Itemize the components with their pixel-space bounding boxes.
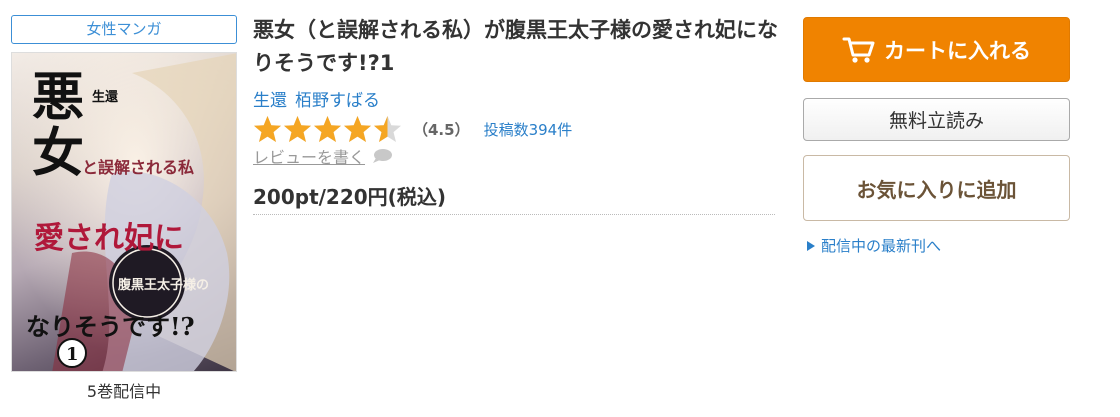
genre-badge[interactable]: 女性マンガ	[11, 15, 237, 44]
free-preview-label: 無料立読み	[888, 110, 984, 132]
author-list: 生還 栢野すばる	[253, 86, 388, 111]
cover-title-char-2: 女	[32, 123, 84, 184]
write-review-link[interactable]: レビューを書く	[253, 144, 393, 168]
add-to-favorites-button[interactable]: お気に入りに追加	[803, 155, 1070, 221]
divider	[253, 214, 775, 215]
latest-volume-link[interactable]: 配信中の最新刊へ	[806, 235, 941, 256]
cover-subtitle: と誤解される私	[82, 158, 194, 177]
book-title[interactable]: 悪女（と誤解される私）が腹黒王太子様の愛され妃になりそうです!?1	[253, 14, 783, 80]
star-rating	[253, 115, 403, 144]
star-icon	[344, 115, 371, 142]
free-preview-button[interactable]: 無料立読み	[803, 98, 1070, 141]
rating-score: （4.5）	[413, 120, 470, 139]
add-to-cart-label: カートに入れる	[884, 38, 1031, 63]
shopping-cart-icon	[842, 37, 875, 63]
star-icon	[284, 115, 311, 142]
review-count-link[interactable]: 投稿数394件	[484, 119, 573, 140]
cover-prince-text: 腹黒王太子様の	[118, 277, 209, 293]
add-to-favorites-label: お気に入りに追加	[856, 177, 1017, 202]
cover-illustration: 悪 女 生還 と誤解される私 愛され妃に 腹黒王太子様の なりそうです!? 1	[12, 53, 236, 371]
author-link[interactable]: 栢野すばる	[295, 91, 380, 111]
book-cover-image[interactable]: 悪 女 生還 と誤解される私 愛され妃に 腹黒王太子様の なりそうです!? 1	[11, 52, 237, 372]
speech-bubble-icon	[373, 149, 393, 163]
star-icon	[254, 115, 281, 142]
star-icon	[374, 115, 401, 142]
add-to-cart-button[interactable]: カートに入れる	[803, 17, 1070, 82]
volumes-available: 5巻配信中	[86, 382, 162, 401]
cover-ending-text: なりそうです!?	[26, 312, 195, 341]
author-link[interactable]: 生還	[253, 91, 287, 111]
cover-title-char-1: 悪	[32, 67, 84, 128]
cover-author-mark: 生還	[92, 89, 119, 105]
latest-volume-label: 配信中の最新刊へ	[821, 237, 942, 255]
triangle-right-icon	[807, 240, 815, 251]
price: 200pt/220円(税込)	[253, 185, 446, 209]
cover-love-text: 愛され妃に	[34, 221, 184, 256]
star-icon	[314, 115, 341, 142]
cover-volume-number: 1	[66, 344, 79, 365]
rating-row: （4.5） 投稿数394件	[253, 113, 572, 145]
write-review-label: レビューを書く	[253, 148, 366, 167]
